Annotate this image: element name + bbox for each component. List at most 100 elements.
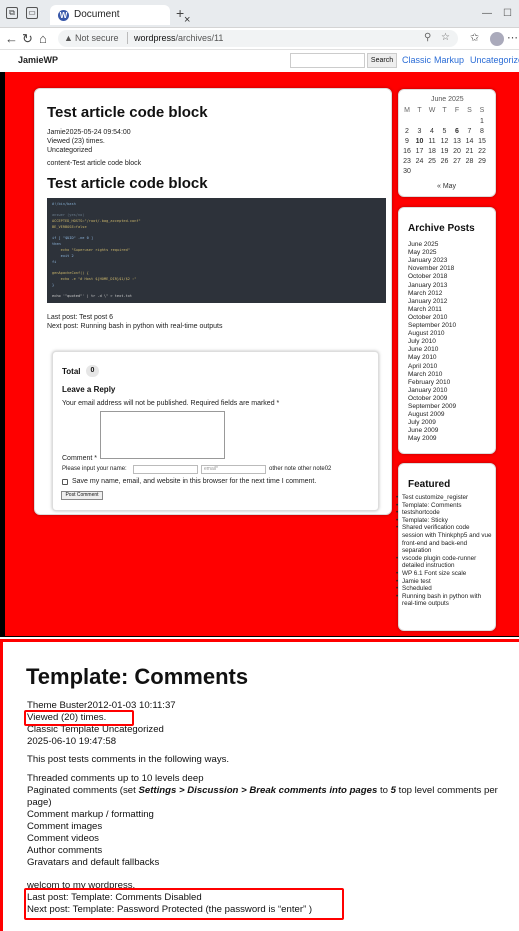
workspaces-icon[interactable]: ⧉ — [6, 7, 18, 19]
tab-actions-icon[interactable]: ▭ — [26, 7, 38, 19]
calendar-weekday: W — [428, 107, 436, 114]
archive-link[interactable]: May 2025 — [408, 249, 437, 257]
archive-link[interactable]: May 2009 — [408, 435, 437, 443]
archive-link[interactable]: October 2009 — [408, 395, 447, 403]
more-menu-icon[interactable]: ⋯ — [507, 31, 518, 44]
maximize-icon[interactable]: ☐ — [503, 8, 512, 19]
article-author-date: Jamie2025-05-24 09:54:00 — [47, 129, 131, 136]
url-text: wordpress/archives/11 — [134, 33, 224, 43]
code-line: genApacheConf() { — [52, 271, 89, 275]
archive-link[interactable]: June 2025 — [408, 241, 438, 249]
comment-textarea[interactable] — [100, 411, 225, 459]
zoom-icon[interactable]: ⚲ — [424, 32, 431, 43]
calendar-day: 6 — [455, 128, 459, 135]
last-post-link[interactable]: Last post: Test post 6 — [47, 313, 113, 322]
calendar-weekday: S — [467, 107, 472, 114]
tab-bar: ⧉ ▭ W Document × + — ☐ — [0, 0, 519, 28]
calendar-day: 8 — [480, 128, 484, 135]
site-logo[interactable]: JamieWP — [18, 55, 58, 65]
calendar-day: 2 — [405, 128, 409, 135]
back-icon[interactable]: ← — [5, 31, 18, 46]
tab-close-icon[interactable]: × — [184, 14, 190, 26]
code-line: } — [52, 283, 55, 287]
search-button[interactable]: Search — [367, 53, 397, 68]
search-input[interactable] — [290, 53, 365, 68]
archive-link[interactable]: March 2011 — [408, 306, 442, 314]
nav-classic[interactable]: Classic — [402, 55, 431, 65]
archive-link[interactable]: January 2023 — [408, 257, 447, 265]
email-input[interactable]: email* — [201, 465, 266, 474]
archive-title: Archive Posts — [408, 223, 475, 234]
url-field[interactable]: ▲ Not secure wordpress/archives/11 ⚲ ☆ — [58, 30, 458, 47]
not-secure-label[interactable]: Not secure — [75, 33, 119, 43]
archive-link[interactable]: March 2010 — [408, 371, 442, 379]
minimize-icon[interactable]: — — [482, 8, 492, 19]
calendar-day: 15 — [478, 138, 486, 145]
save-info-checkbox[interactable] — [62, 479, 68, 485]
save-info-label: Save my name, email, and website in this… — [72, 478, 317, 485]
archive-link[interactable]: June 2009 — [408, 427, 438, 435]
post-title[interactable]: Template: Comments — [26, 664, 248, 690]
profile-avatar[interactable] — [490, 32, 504, 46]
list-item: Comment images — [27, 821, 103, 832]
list-item: Threaded comments up to 10 levels deep — [27, 773, 204, 784]
next-post-link[interactable]: Next post: Running bash in python with r… — [47, 322, 223, 331]
calendar-day: 5 — [442, 128, 447, 135]
featured-link[interactable]: Running bash in python with real-time ou… — [396, 593, 492, 608]
archive-link[interactable]: September 2010 — [408, 322, 456, 330]
featured-link[interactable]: Jamie test — [396, 578, 492, 586]
archive-link[interactable]: January 2013 — [408, 282, 447, 290]
calendar-day: 30 — [403, 168, 411, 175]
featured-link[interactable]: WP 6.1 Font size scale — [396, 570, 492, 578]
home-icon[interactable]: ⌂ — [39, 31, 47, 46]
featured-link[interactable]: Test customize_register — [396, 494, 492, 502]
featured-link[interactable]: testshortcode — [396, 509, 492, 517]
featured-link[interactable]: vscode plugin code-runner detailed instr… — [396, 555, 492, 570]
code-line: BE_VERBOSE=false — [52, 225, 87, 229]
name-input[interactable] — [133, 465, 198, 474]
archive-link[interactable]: March 2012 — [408, 290, 442, 298]
archive-link[interactable]: November 2018 — [408, 265, 454, 273]
archive-link[interactable]: August 2010 — [408, 330, 445, 338]
nav-markup[interactable]: Markup — [434, 55, 464, 65]
archive-link[interactable]: January 2012 — [408, 298, 447, 306]
calendar-day: 22 — [478, 148, 486, 155]
archive-link[interactable]: October 2010 — [408, 314, 447, 322]
favorites-icon[interactable]: ✩ — [470, 31, 479, 44]
list-item: Paginated comments (set Settings > Discu… — [27, 785, 498, 808]
code-line: echo '"quoted"' | tr -d \" > text.txt — [52, 294, 133, 298]
calendar-prev-link[interactable]: « May — [437, 183, 456, 190]
featured-link[interactable]: Template: Sticky — [396, 517, 492, 525]
nav-uncategorized[interactable]: Uncategorized — [470, 55, 519, 65]
archive-link[interactable]: February 2010 — [408, 379, 450, 387]
calendar-day: 16 — [403, 148, 411, 155]
total-label: Total — [62, 367, 81, 376]
archive-link[interactable]: July 2010 — [408, 338, 436, 346]
new-tab-icon[interactable]: + — [176, 5, 184, 21]
refresh-icon[interactable]: ↻ — [22, 31, 33, 47]
article-category[interactable]: Uncategorized — [47, 146, 92, 155]
calendar-day: 14 — [465, 138, 474, 145]
archive-link[interactable]: September 2009 — [408, 403, 456, 411]
favorite-star-icon[interactable]: ☆ — [441, 32, 450, 43]
archive-link[interactable]: October 2018 — [408, 273, 447, 281]
calendar-day: 27 — [453, 158, 461, 165]
featured-link[interactable]: Template: Comments — [396, 502, 492, 510]
email-notice: Your email address will not be published… — [62, 400, 280, 407]
article-heading: Test article code block — [47, 175, 208, 192]
archive-link[interactable]: April 2010 — [408, 363, 437, 371]
tab-document[interactable]: W Document × — [50, 5, 190, 26]
archive-link[interactable]: July 2009 — [408, 419, 436, 427]
archive-link[interactable]: June 2010 — [408, 346, 438, 354]
article-title[interactable]: Test article code block — [47, 104, 208, 121]
archive-link[interactable]: January 2010 — [408, 387, 447, 395]
archive-link[interactable]: August 2009 — [408, 411, 445, 419]
archive-link[interactable]: May 2010 — [408, 354, 437, 362]
calendar-day: 10 — [415, 138, 424, 145]
calendar-day: 11 — [428, 138, 436, 145]
featured-link[interactable]: Scheduled — [396, 585, 492, 593]
featured-link[interactable]: Shared verification code session with Th… — [396, 524, 492, 554]
post-comment-button[interactable]: Post Comment — [61, 491, 103, 500]
list-item: Comment markup / formatting — [27, 809, 154, 820]
tab-title: Document — [74, 9, 120, 20]
